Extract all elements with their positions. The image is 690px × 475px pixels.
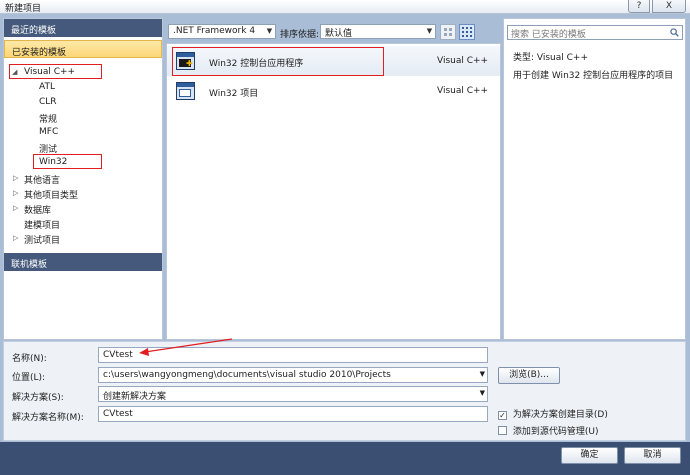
cancel-button[interactable]: 取消 <box>624 447 681 464</box>
ok-button[interactable]: 确定 <box>561 447 618 464</box>
annotation-arrow <box>139 338 233 356</box>
dialog-footer: 确定 取消 <box>0 442 690 475</box>
